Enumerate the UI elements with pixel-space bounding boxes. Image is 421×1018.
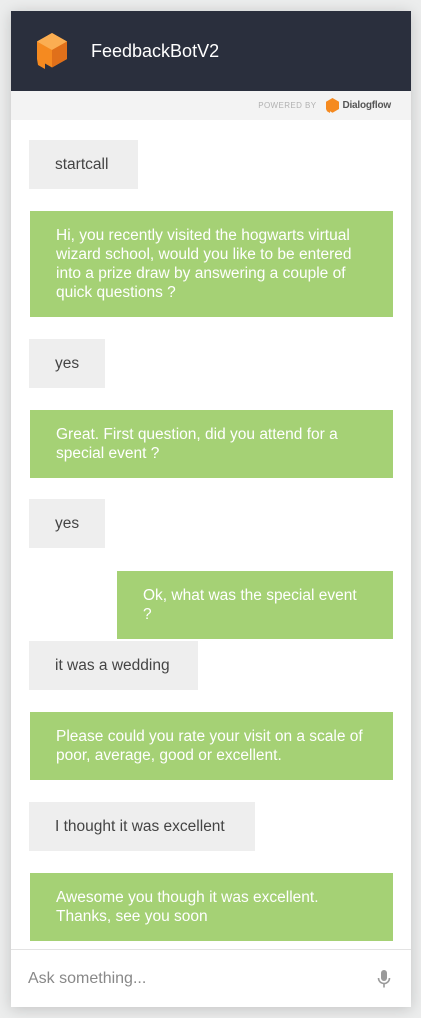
dialogflow-logo-icon xyxy=(326,98,340,113)
microphone-icon[interactable] xyxy=(376,969,392,989)
user-message: it was a wedding xyxy=(29,641,198,690)
bot-message: Great. First question, did you attend fo… xyxy=(30,410,393,478)
user-message: I thought it was excellent xyxy=(29,802,255,851)
bot-message: Please could you rate your visit on a sc… xyxy=(30,712,393,780)
bot-message: Ok, what was the special event ? xyxy=(117,571,393,639)
bot-message: Hi, you recently visited the hogwarts vi… xyxy=(30,211,393,317)
powered-by-label: POWERED BY xyxy=(258,101,317,110)
bot-title: FeedbackBotV2 xyxy=(91,40,220,61)
user-message: startcall xyxy=(29,140,138,189)
dialogflow-bot-icon xyxy=(37,33,67,69)
ask-input[interactable] xyxy=(26,968,376,989)
message-list: startcall Hi, you recently visited the h… xyxy=(11,120,411,950)
powered-by-bar: POWERED BY Dialogflow xyxy=(11,91,411,120)
bot-message: Awesome you though it was excellent. Tha… xyxy=(30,873,393,941)
input-bar xyxy=(11,949,411,1007)
chat-window: FeedbackBotV2 POWERED BY Dialogflow star… xyxy=(11,11,411,1007)
dialogflow-brand-name: Dialogflow xyxy=(342,100,391,111)
user-message: yes xyxy=(29,499,105,548)
chat-header: FeedbackBotV2 xyxy=(11,11,411,91)
user-message: yes xyxy=(29,339,105,388)
